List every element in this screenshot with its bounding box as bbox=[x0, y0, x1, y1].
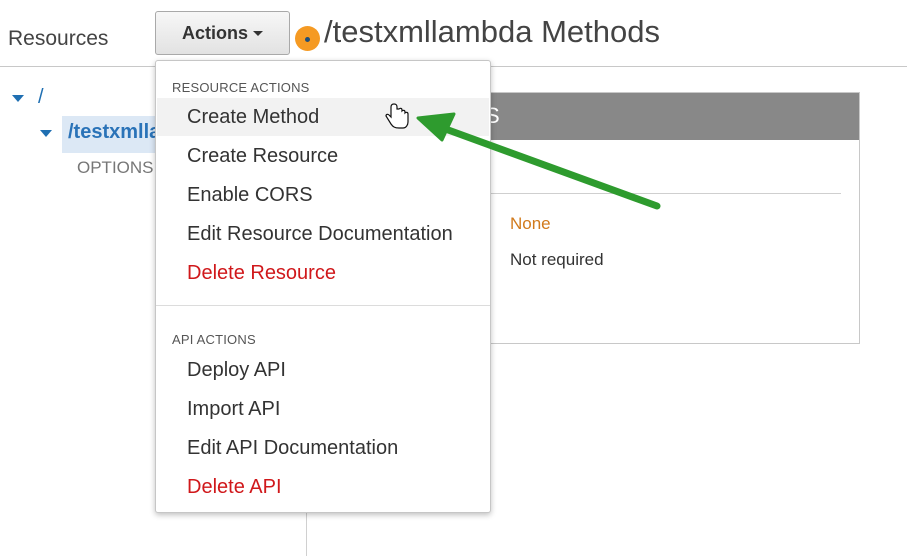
actions-dropdown-menu: RESOURCE ACTIONS Create Method Create Re… bbox=[155, 60, 491, 513]
menu-item-delete-api[interactable]: Delete API bbox=[157, 468, 489, 506]
menu-item-create-method[interactable]: Create Method bbox=[157, 98, 489, 136]
menu-item-edit-api-documentation[interactable]: Edit API Documentation bbox=[157, 429, 489, 467]
actions-button[interactable]: Actions bbox=[155, 11, 290, 55]
api-key-value: Not required bbox=[510, 250, 604, 269]
menu-separator bbox=[156, 305, 490, 306]
caret-down-icon bbox=[253, 30, 263, 36]
method-panel-header: S bbox=[471, 93, 859, 140]
api-actions-heading: API ACTIONS bbox=[172, 332, 256, 347]
tree-item-root[interactable]: / bbox=[38, 86, 44, 109]
menu-item-edit-resource-documentation[interactable]: Edit Resource Documentation bbox=[157, 215, 489, 253]
triangle-down-icon[interactable] bbox=[40, 130, 52, 137]
triangle-down-icon[interactable] bbox=[12, 95, 24, 102]
panel-divider-line bbox=[491, 193, 841, 194]
menu-item-enable-cors[interactable]: Enable CORS bbox=[157, 176, 489, 214]
authorization-value[interactable]: None bbox=[510, 214, 551, 234]
tree-item-testxmllambda[interactable]: /testxmllambda bbox=[68, 121, 158, 144]
actions-button-label: Actions bbox=[181, 22, 248, 43]
tree-item-options-method[interactable]: OPTIONS bbox=[77, 158, 154, 178]
menu-item-import-api[interactable]: Import API bbox=[157, 390, 489, 428]
menu-item-delete-resource[interactable]: Delete Resource bbox=[157, 254, 489, 292]
method-panel: S : None Not required bbox=[470, 92, 860, 344]
menu-item-create-resource[interactable]: Create Resource bbox=[157, 137, 489, 175]
resources-title: Resources bbox=[8, 27, 109, 50]
resource-actions-heading: RESOURCE ACTIONS bbox=[172, 80, 310, 95]
status-dot-icon bbox=[295, 26, 320, 51]
page-title: /testxmllambda Methods bbox=[324, 14, 660, 49]
menu-item-deploy-api[interactable]: Deploy API bbox=[157, 351, 489, 389]
